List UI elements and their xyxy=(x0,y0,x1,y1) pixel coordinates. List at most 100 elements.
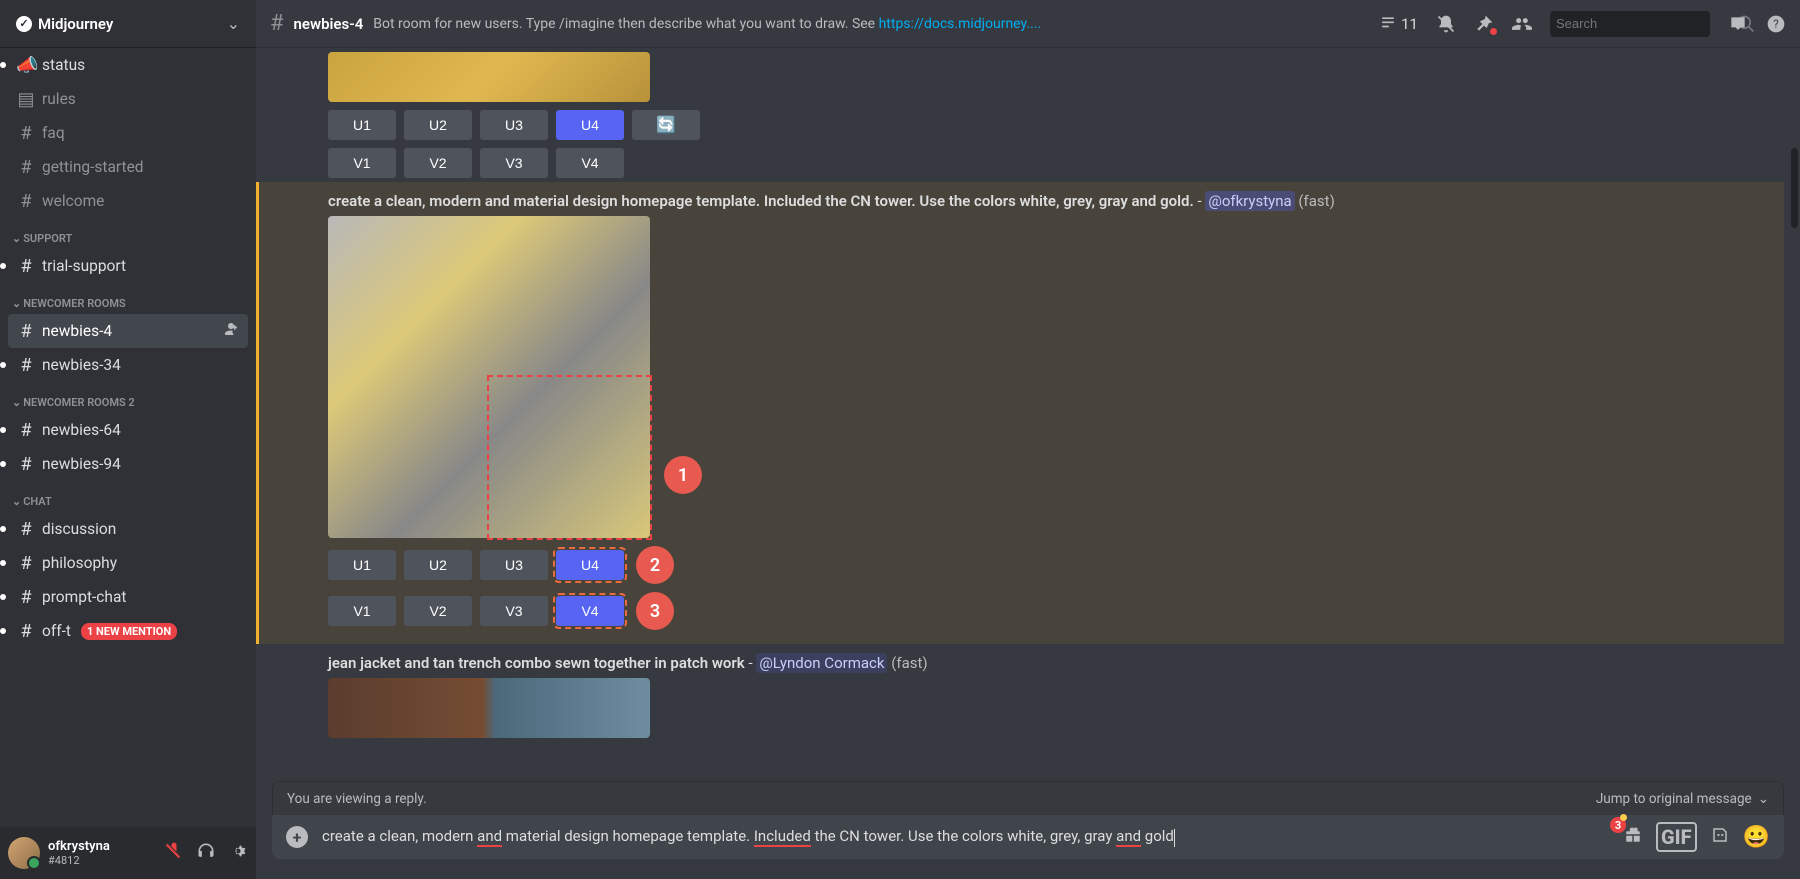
reroll-button[interactable]: 🔄 xyxy=(632,110,700,140)
upscale-u2[interactable]: U2 xyxy=(404,550,472,580)
upscale-u4[interactable]: U4 xyxy=(556,110,624,140)
generated-image[interactable] xyxy=(328,678,650,738)
channel-trial-support[interactable]: # trial-support xyxy=(8,249,248,283)
generated-image-grid[interactable] xyxy=(328,216,650,538)
channel-sidebar: ✓ Midjourney ⌄ 📣 status ▤ rules # faq # … xyxy=(0,0,256,879)
message-input[interactable]: create a clean, modern and material desi… xyxy=(322,827,1610,846)
main-content: # newbies-4 Bot room for new users. Type… xyxy=(256,0,1800,879)
threads-button[interactable]: 11 xyxy=(1378,14,1418,34)
text-cursor xyxy=(1174,829,1175,847)
chevron-down-icon: ⌄ xyxy=(12,297,21,310)
variation-v2[interactable]: V2 xyxy=(404,596,472,626)
variation-v2[interactable]: V2 xyxy=(404,148,472,178)
upscale-u3[interactable]: U3 xyxy=(480,550,548,580)
upscale-u1[interactable]: U1 xyxy=(328,110,396,140)
author-mention[interactable]: @Lyndon Cormack xyxy=(756,653,887,673)
category-support[interactable]: ⌄ SUPPORT xyxy=(8,218,248,249)
chevron-down-icon: ⌄ xyxy=(227,14,240,33)
avatar[interactable] xyxy=(8,837,40,869)
category-label: CHAT xyxy=(23,495,52,508)
generated-image[interactable] xyxy=(328,52,650,102)
hash-lock-icon: # xyxy=(16,519,36,540)
mention-badge: 1 NEW MENTION xyxy=(81,623,177,640)
notifications-muted-icon[interactable] xyxy=(1436,14,1456,34)
category-newcomer-rooms[interactable]: ⌄ NEWCOMER ROOMS xyxy=(8,283,248,314)
topic-text: Bot room for new users. Type /imagine th… xyxy=(373,16,878,32)
channel-philosophy[interactable]: # philosophy xyxy=(8,546,248,580)
chevron-down-icon: ⌄ xyxy=(12,232,21,245)
topic-link[interactable]: https://docs.midjourney.... xyxy=(879,16,1042,32)
annotation-badge-1: 1 xyxy=(664,456,702,494)
channel-label: off-t xyxy=(42,622,71,640)
channel-newbies-94[interactable]: # newbies-94 xyxy=(8,447,248,481)
channel-rules[interactable]: ▤ rules xyxy=(8,82,248,116)
gift-icon[interactable] xyxy=(1624,825,1642,849)
message-area[interactable]: U1 U2 U3 U4 🔄 V1 V2 V3 V4 create a clean… xyxy=(256,48,1800,781)
channel-label: prompt-chat xyxy=(42,588,126,606)
message-prev: U1 U2 U3 U4 🔄 V1 V2 V3 V4 xyxy=(328,48,1784,182)
mute-icon[interactable] xyxy=(164,841,184,865)
image-quadrant-4[interactable] xyxy=(489,377,650,538)
author-mention[interactable]: @ofkrystyna xyxy=(1205,191,1294,211)
channel-faq[interactable]: # faq xyxy=(8,116,248,150)
variation-v1[interactable]: V1 xyxy=(328,596,396,626)
composer-wrapper: You are viewing a reply. Jump to origina… xyxy=(256,781,1800,879)
variation-v4[interactable]: V4 xyxy=(556,148,624,178)
category-newcomer-rooms-2[interactable]: ⌄ NEWCOMER ROOMS 2 xyxy=(8,382,248,413)
channel-label: welcome xyxy=(42,192,104,210)
message-next: jean jacket and tan trench combo sewn to… xyxy=(328,650,1784,742)
channel-list[interactable]: 📣 status ▤ rules # faq # getting-started… xyxy=(0,48,256,827)
channel-label: newbies-34 xyxy=(42,356,121,374)
upscale-u4[interactable]: U4 xyxy=(556,550,624,580)
hash-icon: # xyxy=(16,123,36,144)
channel-label: newbies-94 xyxy=(42,455,121,473)
variation-v1[interactable]: V1 xyxy=(328,148,396,178)
gif-button[interactable]: GIF xyxy=(1656,822,1697,852)
verified-icon: ✓ xyxy=(16,16,32,32)
channel-label: status xyxy=(42,56,85,74)
attach-button[interactable]: + xyxy=(286,826,308,848)
jump-to-original[interactable]: Jump to original message ⌄ xyxy=(1596,791,1769,807)
threads-count: 11 xyxy=(1401,15,1418,33)
variation-v3[interactable]: V3 xyxy=(480,148,548,178)
channel-topic[interactable]: Bot room for new users. Type /imagine th… xyxy=(373,16,1041,32)
channel-prompt-chat[interactable]: # prompt-chat xyxy=(8,580,248,614)
gear-icon[interactable] xyxy=(228,841,248,865)
channel-label: faq xyxy=(42,124,65,142)
upscale-u3[interactable]: U3 xyxy=(480,110,548,140)
category-label: NEWCOMER ROOMS 2 xyxy=(23,396,134,409)
add-user-icon[interactable] xyxy=(222,320,240,342)
variation-v3[interactable]: V3 xyxy=(480,596,548,626)
emoji-icon[interactable]: 😀 xyxy=(1743,825,1770,850)
server-header[interactable]: ✓ Midjourney ⌄ xyxy=(0,0,256,48)
help-icon[interactable]: ? xyxy=(1766,14,1786,34)
hash-lock-icon: # xyxy=(16,621,36,642)
speed-tag: (fast) xyxy=(891,654,927,672)
upscale-u2[interactable]: U2 xyxy=(404,110,472,140)
prompt-text: jean jacket and tan trench combo sewn to… xyxy=(328,654,745,672)
search-input[interactable] xyxy=(1556,16,1732,31)
sticker-icon[interactable] xyxy=(1711,825,1729,849)
channel-label: rules xyxy=(42,90,76,108)
channel-newbies-64[interactable]: # newbies-64 xyxy=(8,413,248,447)
channel-label: getting-started xyxy=(42,158,144,176)
channel-label: trial-support xyxy=(42,257,126,275)
user-panel: ofkrystyna #4812 xyxy=(0,827,256,879)
channel-getting-started[interactable]: # getting-started xyxy=(8,150,248,184)
category-chat[interactable]: ⌄ CHAT xyxy=(8,481,248,512)
channel-newbies-4[interactable]: # newbies-4 xyxy=(8,314,248,348)
message-highlighted: create a clean, modern and material desi… xyxy=(256,182,1784,644)
search-box[interactable] xyxy=(1550,11,1710,37)
channel-welcome[interactable]: # welcome xyxy=(8,184,248,218)
channel-off-topic[interactable]: # off-t 1 NEW MENTION xyxy=(8,614,248,648)
pins-icon[interactable] xyxy=(1474,14,1494,34)
variation-v4[interactable]: V4 xyxy=(556,596,624,626)
upscale-u1[interactable]: U1 xyxy=(328,550,396,580)
channel-status[interactable]: 📣 status xyxy=(8,48,248,82)
hash-icon: # xyxy=(16,157,36,178)
members-icon[interactable] xyxy=(1512,14,1532,34)
channel-discussion[interactable]: # discussion xyxy=(8,512,248,546)
inbox-icon[interactable] xyxy=(1728,14,1748,34)
headphones-icon[interactable] xyxy=(196,841,216,865)
channel-newbies-34[interactable]: # newbies-34 xyxy=(8,348,248,382)
